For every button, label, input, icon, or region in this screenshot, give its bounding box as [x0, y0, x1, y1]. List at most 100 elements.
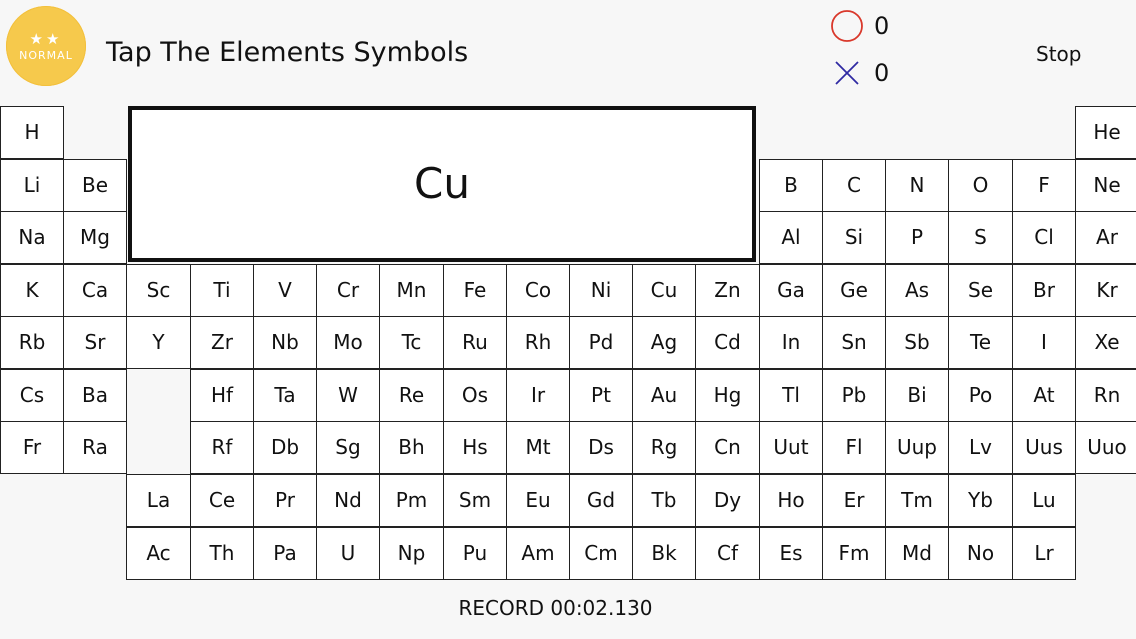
element-gd-button[interactable]: Gd: [569, 474, 633, 527]
element-cr-button[interactable]: Cr: [316, 264, 380, 317]
element-ru-button[interactable]: Ru: [443, 316, 507, 369]
element-ta-button[interactable]: Ta: [253, 369, 317, 422]
element-h-button[interactable]: H: [0, 106, 64, 159]
element-th-button[interactable]: Th: [190, 527, 254, 580]
element-al-button[interactable]: Al: [759, 211, 823, 264]
element-tl-button[interactable]: Tl: [759, 369, 823, 422]
element-na-button[interactable]: Na: [0, 211, 64, 264]
element-f-button[interactable]: F: [1012, 159, 1076, 212]
element-tb-button[interactable]: Tb: [632, 474, 696, 527]
element-cs-button[interactable]: Cs: [0, 369, 64, 422]
element-cm-button[interactable]: Cm: [569, 527, 633, 580]
element-sr-button[interactable]: Sr: [63, 316, 127, 369]
element-k-button[interactable]: K: [0, 264, 64, 317]
element-n-button[interactable]: N: [885, 159, 949, 212]
element-uuo-button[interactable]: Uuo: [1075, 421, 1136, 474]
element-s-button[interactable]: S: [948, 211, 1013, 264]
element-fr-button[interactable]: Fr: [0, 421, 64, 474]
element-au-button[interactable]: Au: [632, 369, 696, 422]
element-pa-button[interactable]: Pa: [253, 527, 317, 580]
element-pd-button[interactable]: Pd: [569, 316, 633, 369]
element-cu-button[interactable]: Cu: [632, 264, 696, 317]
element-mn-button[interactable]: Mn: [379, 264, 444, 317]
element-ne-button[interactable]: Ne: [1075, 159, 1136, 212]
element-no-button[interactable]: No: [948, 527, 1013, 580]
element-nd-button[interactable]: Nd: [316, 474, 380, 527]
element-ac-button[interactable]: Ac: [126, 527, 191, 580]
element-li-button[interactable]: Li: [0, 159, 64, 212]
element-at-button[interactable]: At: [1012, 369, 1076, 422]
element-ds-button[interactable]: Ds: [569, 421, 633, 474]
element-ir-button[interactable]: Ir: [506, 369, 570, 422]
element-u-button[interactable]: U: [316, 527, 380, 580]
element-zr-button[interactable]: Zr: [190, 316, 254, 369]
element-la-button[interactable]: La: [126, 474, 191, 527]
element-bk-button[interactable]: Bk: [632, 527, 696, 580]
element-cl-button[interactable]: Cl: [1012, 211, 1076, 264]
element-pb-button[interactable]: Pb: [822, 369, 886, 422]
element-mo-button[interactable]: Mo: [316, 316, 380, 369]
element-kr-button[interactable]: Kr: [1075, 264, 1136, 317]
element-tc-button[interactable]: Tc: [379, 316, 444, 369]
element-mg-button[interactable]: Mg: [63, 211, 127, 264]
element-pr-button[interactable]: Pr: [253, 474, 317, 527]
element-y-button[interactable]: Y: [126, 316, 191, 369]
element-po-button[interactable]: Po: [948, 369, 1013, 422]
element-sn-button[interactable]: Sn: [822, 316, 886, 369]
element-rh-button[interactable]: Rh: [506, 316, 570, 369]
element-cf-button[interactable]: Cf: [695, 527, 760, 580]
element-hf-button[interactable]: Hf: [190, 369, 254, 422]
element-ho-button[interactable]: Ho: [759, 474, 823, 527]
element-yb-button[interactable]: Yb: [948, 474, 1013, 527]
element-p-button[interactable]: P: [885, 211, 949, 264]
element-sm-button[interactable]: Sm: [443, 474, 507, 527]
element-w-button[interactable]: W: [316, 369, 380, 422]
element-fl-button[interactable]: Fl: [822, 421, 886, 474]
element-uup-button[interactable]: Uup: [885, 421, 949, 474]
element-c-button[interactable]: C: [822, 159, 886, 212]
element-b-button[interactable]: B: [759, 159, 823, 212]
element-in-button[interactable]: In: [759, 316, 823, 369]
element-pm-button[interactable]: Pm: [379, 474, 444, 527]
element-mt-button[interactable]: Mt: [506, 421, 570, 474]
element-ce-button[interactable]: Ce: [190, 474, 254, 527]
element-rf-button[interactable]: Rf: [190, 421, 254, 474]
element-sg-button[interactable]: Sg: [316, 421, 380, 474]
element-pu-button[interactable]: Pu: [443, 527, 507, 580]
element-si-button[interactable]: Si: [822, 211, 886, 264]
element-fm-button[interactable]: Fm: [822, 527, 886, 580]
element-bh-button[interactable]: Bh: [379, 421, 444, 474]
element-pt-button[interactable]: Pt: [569, 369, 633, 422]
element-ti-button[interactable]: Ti: [190, 264, 254, 317]
element-uut-button[interactable]: Uut: [759, 421, 823, 474]
element-hg-button[interactable]: Hg: [695, 369, 760, 422]
element-sb-button[interactable]: Sb: [885, 316, 949, 369]
element-tm-button[interactable]: Tm: [885, 474, 949, 527]
element-sc-button[interactable]: Sc: [126, 264, 191, 317]
element-er-button[interactable]: Er: [822, 474, 886, 527]
element-eu-button[interactable]: Eu: [506, 474, 570, 527]
element-ni-button[interactable]: Ni: [569, 264, 633, 317]
element-be-button[interactable]: Be: [63, 159, 127, 212]
element-rb-button[interactable]: Rb: [0, 316, 64, 369]
element-zn-button[interactable]: Zn: [695, 264, 760, 317]
element-ba-button[interactable]: Ba: [63, 369, 127, 422]
element-uus-button[interactable]: Uus: [1012, 421, 1076, 474]
element-dy-button[interactable]: Dy: [695, 474, 760, 527]
element-re-button[interactable]: Re: [379, 369, 444, 422]
element-os-button[interactable]: Os: [443, 369, 507, 422]
element-ag-button[interactable]: Ag: [632, 316, 696, 369]
element-i-button[interactable]: I: [1012, 316, 1076, 369]
element-ar-button[interactable]: Ar: [1075, 211, 1136, 264]
element-co-button[interactable]: Co: [506, 264, 570, 317]
element-ca-button[interactable]: Ca: [63, 264, 127, 317]
element-xe-button[interactable]: Xe: [1075, 316, 1136, 369]
element-lu-button[interactable]: Lu: [1012, 474, 1076, 527]
stop-button[interactable]: Stop: [1036, 40, 1081, 68]
element-ga-button[interactable]: Ga: [759, 264, 823, 317]
element-db-button[interactable]: Db: [253, 421, 317, 474]
element-rn-button[interactable]: Rn: [1075, 369, 1136, 422]
element-fe-button[interactable]: Fe: [443, 264, 507, 317]
element-lv-button[interactable]: Lv: [948, 421, 1013, 474]
element-lr-button[interactable]: Lr: [1012, 527, 1076, 580]
